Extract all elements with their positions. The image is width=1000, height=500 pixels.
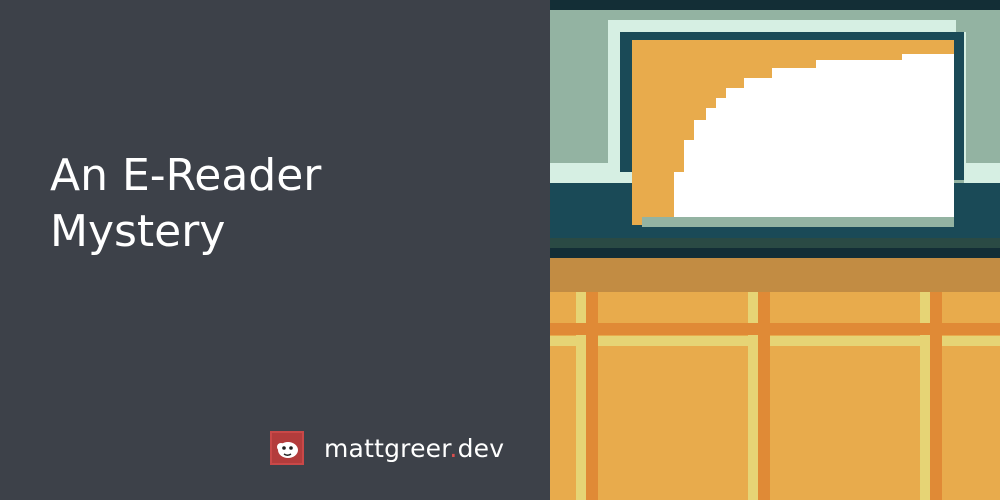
pixel-art-panel [550, 0, 1000, 500]
pixel-art-illustration [550, 0, 1000, 500]
title-line-1: An E-Reader [50, 150, 322, 201]
left-panel: An E-Reader Mystery mattgreer.dev [0, 0, 550, 500]
brand-link[interactable]: mattgreer.dev [270, 431, 504, 465]
page-title: An E-Reader Mystery [50, 148, 510, 260]
brand-domain: mattgreer [324, 433, 450, 463]
social-card: An E-Reader Mystery mattgreer.dev [0, 0, 1000, 500]
cartoon-face-icon [270, 431, 304, 465]
brand-dot: . [449, 433, 458, 463]
brand-tld: dev [457, 433, 505, 463]
title-line-2: Mystery [50, 206, 226, 257]
brand-name: mattgreer.dev [324, 434, 504, 463]
